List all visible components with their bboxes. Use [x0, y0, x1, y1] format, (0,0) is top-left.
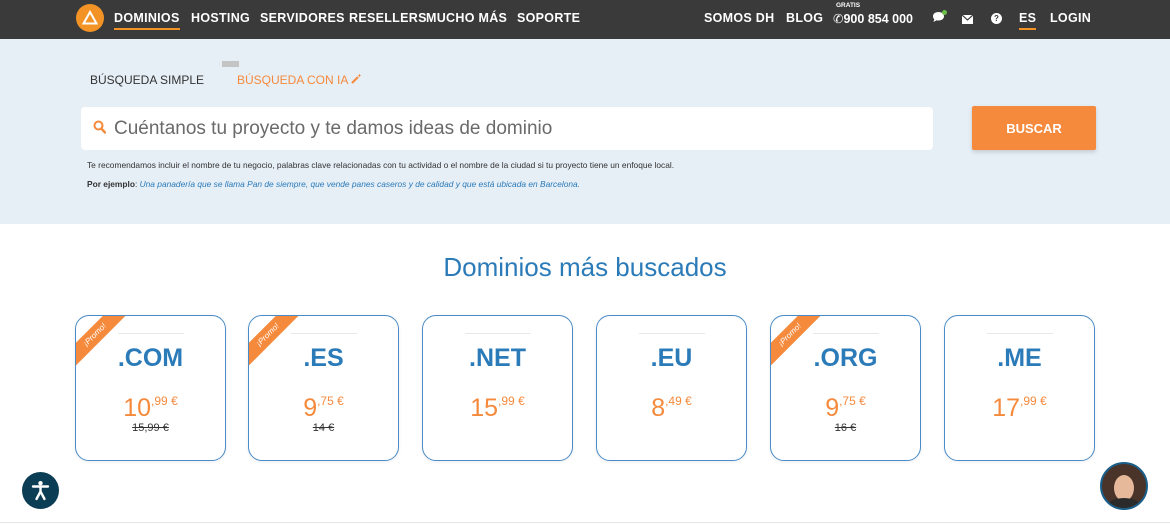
price-decimals: ,49 €: [665, 394, 692, 408]
card-divider: [987, 333, 1053, 334]
card-divider: [465, 333, 531, 334]
tld-label: .ORG: [813, 344, 878, 372]
tld-label: .COM: [117, 344, 184, 372]
tab-busqueda-simple[interactable]: BÚSQUEDA SIMPLE: [90, 73, 204, 87]
divider: [0, 522, 1170, 523]
search-input[interactable]: [114, 107, 914, 150]
card-divider: [291, 333, 357, 334]
language-selector[interactable]: ES: [1019, 11, 1037, 30]
example-label: Por ejemplo: [87, 179, 135, 189]
domain-card-org[interactable]: ¡Promo! .ORG 9,75 €16 €: [770, 315, 921, 461]
price-decimals: ,75 €: [839, 394, 866, 408]
tld-label: .NET: [469, 344, 526, 372]
magic-wand-icon: [351, 73, 362, 87]
nav-resellers[interactable]: RESELLERS: [349, 11, 427, 25]
search-hint-text: Te recomendamos incluir el nombre de tu …: [87, 160, 675, 170]
help-icon[interactable]: ?: [991, 13, 1002, 24]
price: 9,75 €: [771, 394, 920, 423]
tld-label: .ES: [303, 344, 344, 372]
domain-card-eu[interactable]: .EU 8,49 €: [596, 315, 747, 461]
nav-mucho-mas[interactable]: MUCHO MÁS: [426, 11, 507, 25]
price: 15,99 €: [423, 394, 572, 423]
phone-icon: ✆: [833, 12, 844, 26]
nav-hosting[interactable]: HOSTING: [191, 11, 250, 25]
price-integer: 9: [825, 394, 840, 422]
top-navigation-bar: DOMINIOS HOSTING SERVIDORES RESELLERS MU…: [0, 0, 1170, 39]
price: 9,75 €: [249, 394, 398, 423]
gratis-label: GRATIS: [836, 2, 861, 9]
tld-label: .ME: [997, 344, 1042, 372]
nav-soporte[interactable]: SOPORTE: [517, 11, 580, 25]
chat-agent-avatar[interactable]: [1100, 462, 1148, 510]
card-divider: [813, 333, 879, 334]
dinahosting-logo-icon[interactable]: [76, 4, 104, 32]
chat-online-indicator: [942, 10, 947, 15]
search-box: [81, 107, 933, 150]
nav-blog[interactable]: BLOG: [786, 11, 823, 25]
old-price: 16 €: [834, 422, 857, 434]
price-decimals: ,99 €: [498, 394, 525, 408]
search-icon: [93, 120, 107, 139]
domain-card-com[interactable]: ¡Promo! .COM 10,99 €15,99 €: [75, 315, 226, 461]
price-integer: 10: [123, 394, 152, 422]
price-decimals: ,99 €: [1020, 394, 1047, 408]
price: 8,49 €: [597, 394, 746, 423]
price-integer: 9: [303, 394, 318, 422]
card-divider: [639, 333, 705, 334]
price: 17,99 €: [945, 394, 1094, 423]
nav-servidores[interactable]: SERVIDORES: [260, 11, 345, 25]
section-title: Dominios más buscados: [443, 252, 727, 282]
domain-card-net[interactable]: .NET 15,99 €: [422, 315, 573, 461]
domain-card-es[interactable]: ¡Promo! .ES 9,75 €14 €: [248, 315, 399, 461]
price-integer: 8: [651, 394, 666, 422]
price-integer: 17: [992, 394, 1021, 422]
phone-number: 900 854 000: [843, 12, 913, 26]
nav-dominios[interactable]: DOMINIOS: [114, 11, 180, 30]
accessibility-button[interactable]: [22, 472, 59, 509]
login-link[interactable]: LOGIN: [1050, 11, 1091, 25]
domain-card-me[interactable]: .ME 17,99 €: [944, 315, 1095, 461]
phone-link[interactable]: ✆900 854 000: [833, 11, 913, 26]
accessibility-icon: [31, 481, 50, 501]
price-integer: 15: [470, 394, 499, 422]
price: 10,99 €: [76, 394, 225, 423]
tld-label: .EU: [650, 344, 693, 372]
example-text[interactable]: Una panadería que se llama Pan de siempr…: [140, 179, 580, 189]
price-decimals: ,75 €: [317, 394, 344, 408]
card-divider: [118, 333, 184, 334]
old-price: 14 €: [312, 422, 335, 434]
tab-ia-label: BÚSQUEDA CON IA: [237, 73, 348, 87]
buscar-button[interactable]: BUSCAR: [972, 106, 1096, 150]
tab-busqueda-ia[interactable]: BÚSQUEDA CON IA: [237, 73, 362, 87]
search-example: Por ejemplo: Una panadería que se llama …: [87, 179, 581, 189]
price-decimals: ,99 €: [151, 394, 178, 408]
mail-icon[interactable]: [961, 13, 974, 27]
tab-indicator: [222, 61, 239, 67]
old-price: 15,99 €: [132, 422, 169, 434]
nav-somos-dh[interactable]: SOMOS DH: [704, 11, 774, 25]
